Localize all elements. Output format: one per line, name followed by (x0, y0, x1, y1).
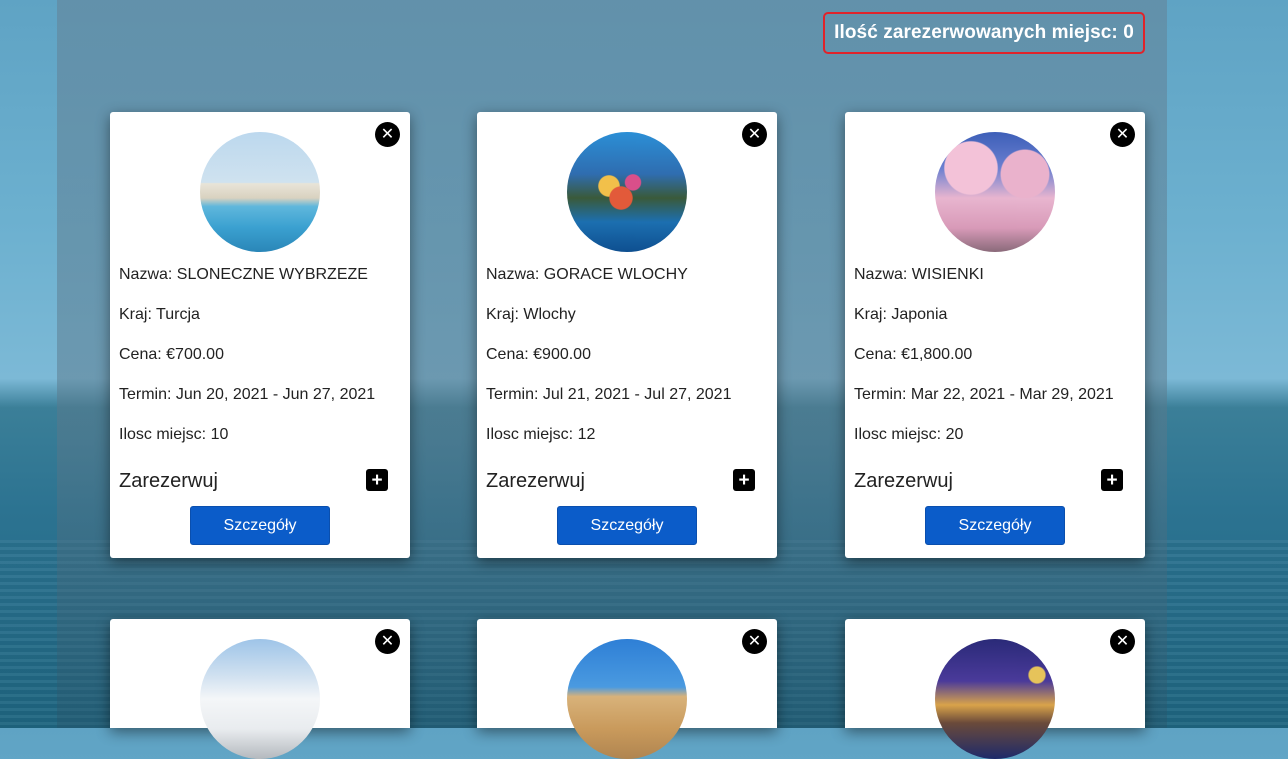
trip-price: Cena: €1,800.00 (854, 346, 973, 363)
trip-card: ✕ (477, 619, 777, 759)
trip-card: ✕ Nazwa: GORACE WLOCHY Kraj: Wlochy Cena… (477, 112, 777, 558)
close-icon[interactable]: ✕ (1110, 122, 1135, 147)
plus-icon[interactable]: + (366, 469, 388, 491)
trip-seats: Ilosc miejsc: 12 (486, 426, 596, 443)
trip-image (567, 639, 687, 759)
reserve-label: Zarezerwuj (854, 470, 953, 492)
reserve-label: Zarezerwuj (119, 470, 218, 492)
reserve-label: Zarezerwuj (486, 470, 585, 492)
trip-image (200, 639, 320, 759)
details-button[interactable]: Szczegóły (190, 506, 330, 545)
trip-term: Termin: Mar 22, 2021 - Mar 29, 2021 (854, 386, 1114, 403)
trip-image (200, 132, 320, 252)
trip-price: Cena: €900.00 (486, 346, 591, 363)
close-icon[interactable]: ✕ (742, 122, 767, 147)
trip-card: ✕ (110, 619, 410, 759)
trip-card: ✕ (845, 619, 1145, 759)
trip-term: Termin: Jun 20, 2021 - Jun 27, 2021 (119, 386, 376, 403)
plus-icon[interactable]: + (733, 469, 755, 491)
trip-term: Termin: Jul 21, 2021 - Jul 27, 2021 (486, 386, 732, 403)
trip-name: Nazwa: GORACE WLOCHY (486, 266, 688, 283)
trip-image (935, 132, 1055, 252)
reserved-seats-counter: Ilość zarezerwowanych miejsc: 0 (823, 12, 1145, 54)
trip-card: ✕ Nazwa: WISIENKI Kraj: Japonia Cena: €1… (845, 112, 1145, 558)
trip-name: Nazwa: WISIENKI (854, 266, 984, 283)
close-icon[interactable]: ✕ (375, 122, 400, 147)
trip-card: ✕ Nazwa: SLONECZNE WYBRZEZE Kraj: Turcja… (110, 112, 410, 558)
details-button[interactable]: Szczegóły (925, 506, 1065, 545)
details-button[interactable]: Szczegóły (557, 506, 697, 545)
trip-country: Kraj: Japonia (854, 306, 948, 323)
trip-seats: Ilosc miejsc: 20 (854, 426, 964, 443)
trip-country: Kraj: Wlochy (486, 306, 576, 323)
trip-price: Cena: €700.00 (119, 346, 224, 363)
trip-name: Nazwa: SLONECZNE WYBRZEZE (119, 266, 368, 283)
close-icon[interactable]: ✕ (742, 629, 767, 654)
close-icon[interactable]: ✕ (1110, 629, 1135, 654)
trip-image (935, 639, 1055, 759)
trip-image (567, 132, 687, 252)
trip-country: Kraj: Turcja (119, 306, 200, 323)
trip-seats: Ilosc miejsc: 10 (119, 426, 229, 443)
close-icon[interactable]: ✕ (375, 629, 400, 654)
plus-icon[interactable]: + (1101, 469, 1123, 491)
